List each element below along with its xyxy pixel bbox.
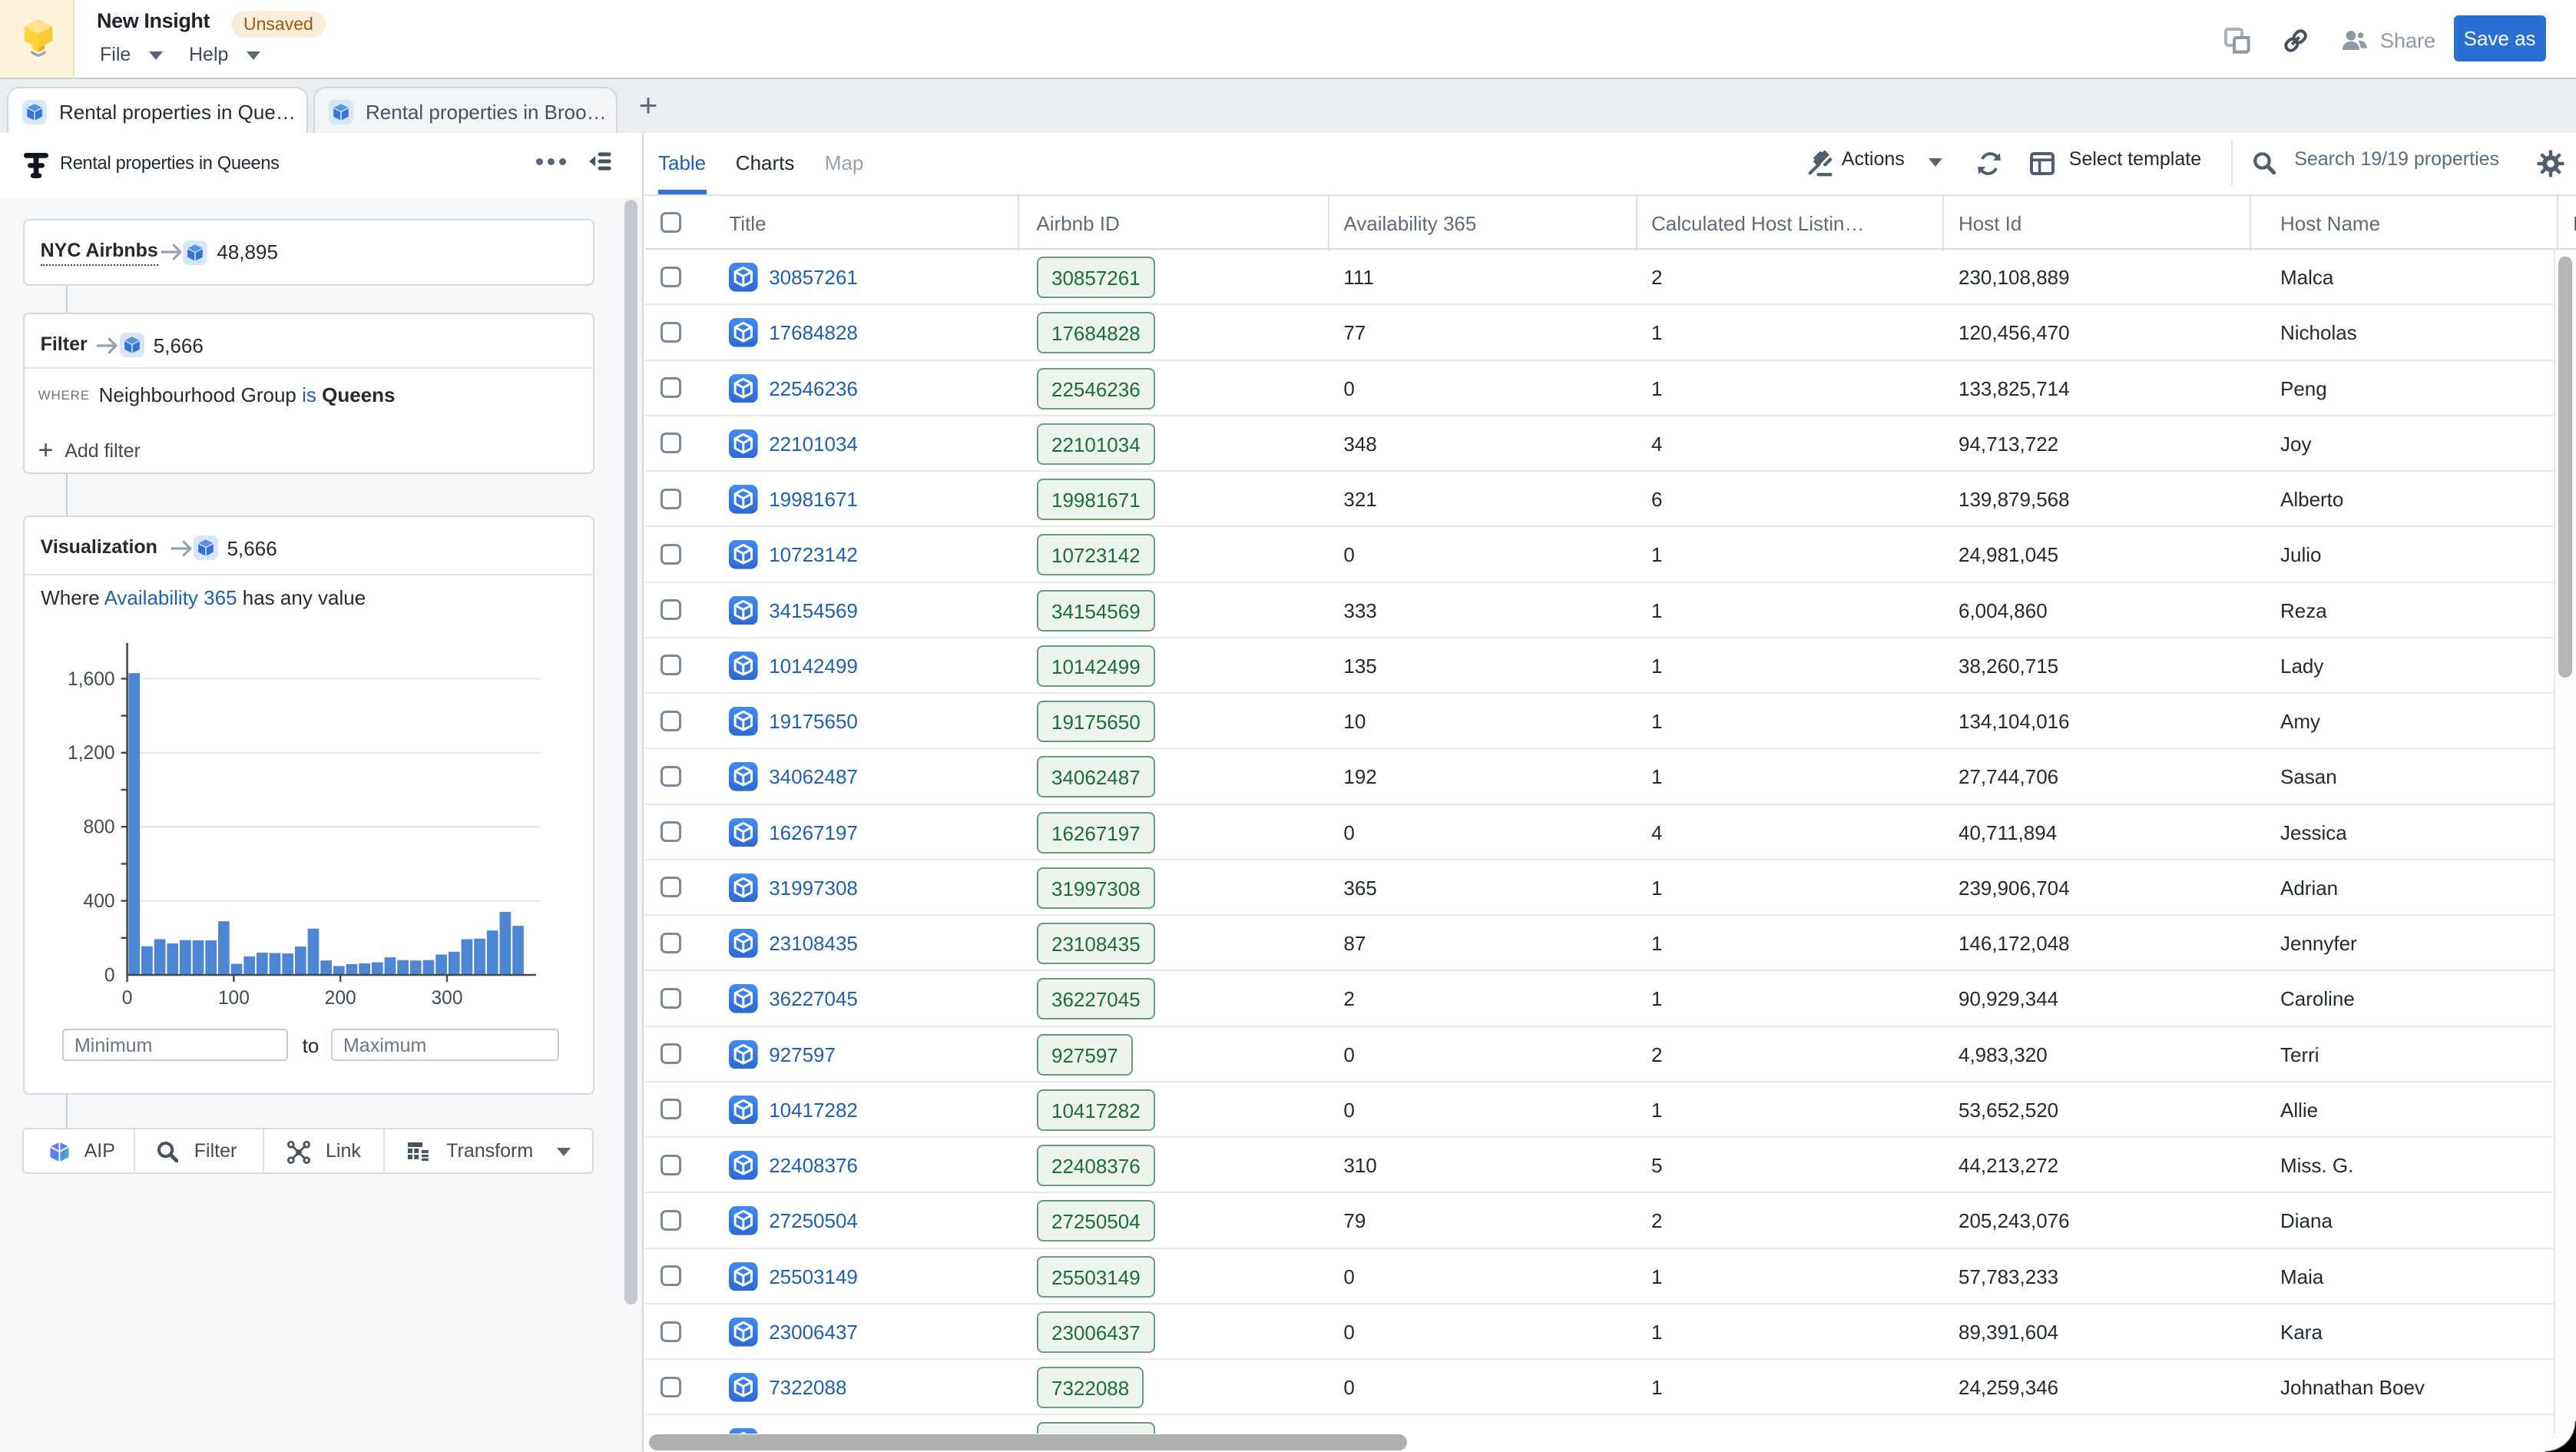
svg-text:1,600: 1,600 — [68, 669, 115, 690]
svg-text:1,200: 1,200 — [68, 743, 115, 764]
svg-text:300: 300 — [431, 988, 462, 1009]
svg-text:400: 400 — [83, 891, 114, 912]
svg-text:800: 800 — [83, 817, 114, 838]
svg-text:100: 100 — [217, 988, 249, 1009]
svg-text:200: 200 — [324, 988, 356, 1009]
svg-text:0: 0 — [104, 965, 115, 986]
svg-text:0: 0 — [121, 988, 132, 1009]
